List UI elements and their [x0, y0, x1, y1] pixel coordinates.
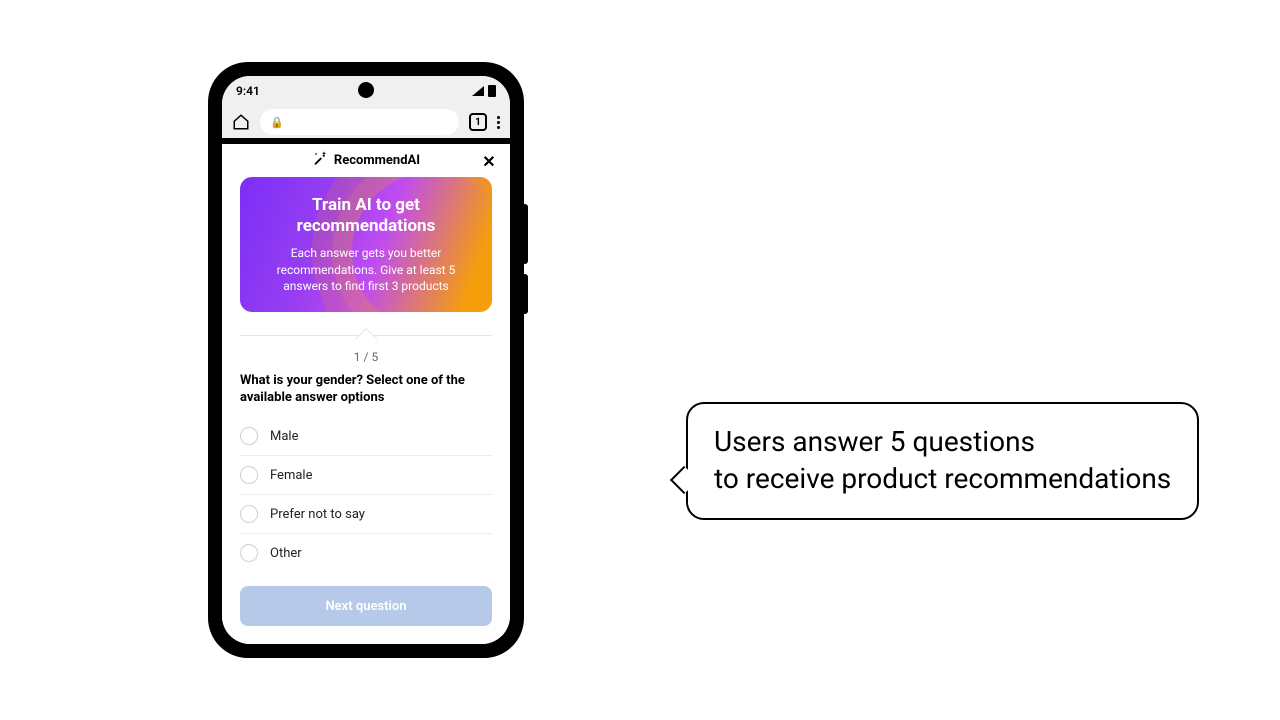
url-bar[interactable]: 🔒: [260, 109, 459, 135]
phone-frame: 9:41 🔒 1 RecommendAI: [210, 64, 522, 656]
phone-screen: 9:41 🔒 1 RecommendAI: [222, 76, 510, 644]
tab-count-button[interactable]: 1: [469, 113, 487, 131]
status-bar: 9:41: [222, 76, 510, 106]
option-label: Other: [270, 546, 302, 561]
radio-icon: [240, 544, 258, 562]
question-text: What is your gender? Select one of the a…: [240, 372, 492, 407]
option-prefer-not-to-say[interactable]: Prefer not to say: [240, 495, 492, 534]
option-male[interactable]: Male: [240, 417, 492, 456]
radio-icon: [240, 505, 258, 523]
hero-title: Train AI to get recommendations: [256, 195, 476, 238]
wand-icon: [312, 150, 328, 170]
option-label: Male: [270, 429, 298, 444]
divider: [240, 322, 492, 350]
options-list: Male Female Prefer not to say Other: [240, 417, 492, 572]
next-question-button[interactable]: Next question: [240, 586, 492, 626]
camera-notch: [358, 82, 374, 98]
content-area: Train AI to get recommendations Each ans…: [222, 177, 510, 644]
close-button[interactable]: ✕: [480, 152, 498, 170]
callout-text: Users answer 5 questions to receive prod…: [714, 424, 1171, 498]
next-button-label: Next question: [325, 599, 406, 614]
hero-card: Train AI to get recommendations Each ans…: [240, 177, 492, 312]
radio-icon: [240, 427, 258, 445]
tab-count: 1: [475, 117, 481, 128]
status-time: 9:41: [236, 84, 260, 98]
phone-side-button: [522, 204, 528, 264]
app-title: RecommendAI: [334, 153, 420, 168]
status-icons: [472, 85, 496, 97]
close-icon: ✕: [482, 152, 495, 171]
option-label: Prefer not to say: [270, 507, 365, 522]
option-label: Female: [270, 468, 312, 483]
app-header: RecommendAI ✕: [222, 144, 510, 177]
option-female[interactable]: Female: [240, 456, 492, 495]
option-other[interactable]: Other: [240, 534, 492, 572]
radio-icon: [240, 466, 258, 484]
home-icon[interactable]: [232, 113, 250, 131]
overflow-menu-icon[interactable]: [497, 116, 500, 129]
signal-icon: [472, 86, 484, 96]
phone-side-button-2: [522, 274, 528, 314]
callout-tail: [670, 466, 698, 494]
battery-icon: [488, 85, 496, 97]
progress-indicator: 1 / 5: [240, 350, 492, 364]
browser-bar: 🔒 1: [222, 106, 510, 144]
lock-icon: 🔒: [270, 116, 284, 129]
app-content: RecommendAI ✕ Train AI to get recommenda…: [222, 144, 510, 644]
annotation-callout: Users answer 5 questions to receive prod…: [686, 402, 1199, 520]
hero-subtitle: Each answer gets you better recommendati…: [256, 245, 476, 294]
